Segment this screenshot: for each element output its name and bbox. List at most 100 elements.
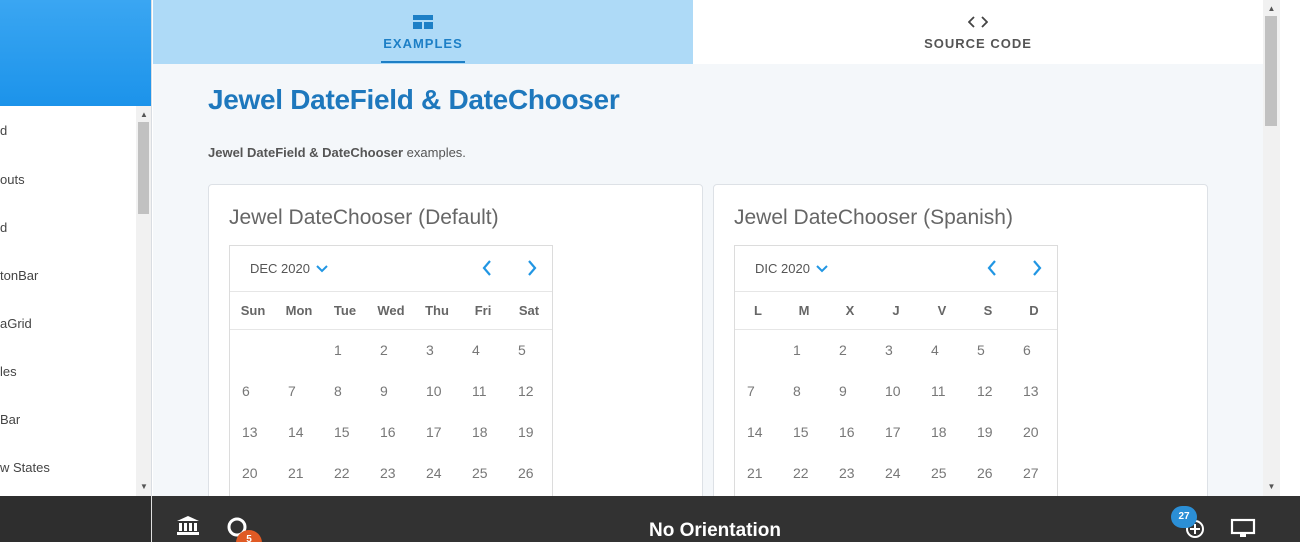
day-cell[interactable]: 11: [460, 371, 506, 412]
day-cell[interactable]: 4: [919, 330, 965, 371]
code-icon: [968, 14, 988, 30]
prev-month-button[interactable]: [980, 256, 1004, 280]
sidebar-item[interactable]: d: [0, 203, 136, 251]
tab-active-indicator: [381, 61, 465, 63]
day-cell[interactable]: 22: [322, 453, 368, 494]
day-cell[interactable]: 12: [965, 371, 1011, 412]
next-month-button[interactable]: [1025, 256, 1049, 280]
sidebar-item[interactable]: d: [0, 106, 136, 155]
date-chooser[interactable]: DIC 2020 L M X J V S D 1 2 3 4 5 6 7 8 9 10 11 12 1: [734, 245, 1058, 496]
day-cell[interactable]: 26: [965, 453, 1011, 494]
sidebar-item[interactable]: w States: [0, 443, 136, 491]
weekday-label: X: [845, 303, 855, 318]
chevron-left-icon: [987, 260, 996, 276]
day-cell[interactable]: 4: [460, 330, 506, 371]
weekday-label: L: [754, 303, 762, 318]
day-cell[interactable]: 12: [506, 371, 552, 412]
weekday-header: L M X J V S D: [735, 292, 1057, 330]
weekday-label: Wed: [377, 303, 405, 318]
day-cell[interactable]: 11: [919, 371, 965, 412]
day-cell[interactable]: 24: [414, 453, 460, 494]
day-cell[interactable]: 9: [368, 371, 414, 412]
sidebar-scrollbar[interactable]: ▲ ▼: [136, 106, 151, 496]
monitor-icon[interactable]: [1230, 518, 1256, 542]
day-cell[interactable]: 10: [873, 371, 919, 412]
day-cell[interactable]: 23: [827, 453, 873, 494]
scroll-down-arrow-icon[interactable]: ▼: [136, 480, 151, 494]
day-cell[interactable]: 1: [781, 330, 827, 371]
card-title: Jewel DateChooser (Spanish): [734, 206, 1013, 229]
day-cell[interactable]: 17: [873, 412, 919, 453]
day-cell[interactable]: 20: [1011, 412, 1057, 453]
month-selector[interactable]: DIC 2020: [755, 261, 828, 276]
day-cell[interactable]: 27: [1011, 453, 1057, 494]
date-chooser[interactable]: DEC 2020 Sun Mon Tue Wed Thu Fri Sat 12: [229, 245, 553, 496]
scroll-up-arrow-icon[interactable]: ▲: [136, 108, 151, 122]
sidebar-item[interactable]: outs: [0, 155, 136, 203]
sidebar-item[interactable]: les: [0, 347, 136, 395]
day-cell[interactable]: 15: [781, 412, 827, 453]
day-cell[interactable]: 14: [276, 412, 322, 453]
tab-source-label: SOURCE CODE: [924, 36, 1032, 51]
main-content: EXAMPLES SOURCE CODE Jewel DateField & D…: [153, 0, 1263, 496]
day-cell[interactable]: 3: [414, 330, 460, 371]
day-cell[interactable]: 7: [276, 371, 322, 412]
day-cell[interactable]: 13: [1011, 371, 1057, 412]
day-cell[interactable]: 26: [506, 453, 552, 494]
day-cell[interactable]: 17: [414, 412, 460, 453]
day-cell[interactable]: 5: [965, 330, 1011, 371]
chevron-down-icon: [316, 264, 328, 272]
day-cell[interactable]: 1: [322, 330, 368, 371]
day-cell[interactable]: 10: [414, 371, 460, 412]
page-scrollbar-thumb[interactable]: [1265, 16, 1277, 126]
day-cell[interactable]: 18: [919, 412, 965, 453]
sidebar-item[interactable]: tonBar: [0, 251, 136, 299]
day-cell[interactable]: 16: [827, 412, 873, 453]
month-selector[interactable]: DEC 2020: [250, 261, 328, 276]
next-month-button[interactable]: [520, 256, 544, 280]
day-cell[interactable]: 15: [322, 412, 368, 453]
weekday-label: S: [983, 303, 993, 318]
scroll-up-arrow-icon[interactable]: ▲: [1263, 2, 1280, 16]
page-scrollbar[interactable]: ▲ ▼: [1263, 0, 1280, 496]
day-cell[interactable]: 19: [506, 412, 552, 453]
day-cell[interactable]: 6: [1011, 330, 1057, 371]
day-cell[interactable]: 14: [735, 412, 781, 453]
sidebar-item-label: aGrid: [0, 315, 32, 331]
day-cell[interactable]: 25: [460, 453, 506, 494]
day-cell[interactable]: 16: [368, 412, 414, 453]
prev-month-button[interactable]: [475, 256, 499, 280]
sidebar-item-label: w States: [0, 459, 50, 475]
day-cell[interactable]: 9: [827, 371, 873, 412]
day-cell[interactable]: 23: [368, 453, 414, 494]
day-cell[interactable]: 24: [873, 453, 919, 494]
sidebar-item[interactable]: aGrid: [0, 299, 136, 347]
sidebar-item[interactable]: Bar: [0, 395, 136, 443]
day-cell[interactable]: 21: [276, 453, 322, 494]
day-cell[interactable]: 3: [873, 330, 919, 371]
window-edge: [1280, 0, 1300, 496]
day-cell[interactable]: 8: [781, 371, 827, 412]
example-card-spanish: Jewel DateChooser (Spanish) DIC 2020 L M…: [713, 184, 1208, 496]
day-cell[interactable]: 25: [919, 453, 965, 494]
tab-examples-label: EXAMPLES: [383, 36, 463, 51]
day-cell[interactable]: 18: [460, 412, 506, 453]
weekday-label: M: [798, 303, 810, 318]
day-cell[interactable]: 7: [735, 371, 781, 412]
tab-source-code[interactable]: SOURCE CODE: [693, 0, 1263, 64]
day-cell[interactable]: 5: [506, 330, 552, 371]
day-cell[interactable]: 2: [827, 330, 873, 371]
sidebar-item-label: d: [0, 123, 8, 138]
day-cell[interactable]: 20: [230, 453, 276, 494]
day-cell[interactable]: 6: [230, 371, 276, 412]
calendar-header: DEC 2020: [230, 246, 552, 292]
day-cell[interactable]: 19: [965, 412, 1011, 453]
day-cell[interactable]: 13: [230, 412, 276, 453]
day-cell[interactable]: 21: [735, 453, 781, 494]
sidebar-scrollbar-thumb[interactable]: [138, 122, 149, 214]
day-cell[interactable]: 2: [368, 330, 414, 371]
day-cell[interactable]: 22: [781, 453, 827, 494]
scroll-down-arrow-icon[interactable]: ▼: [1263, 480, 1280, 494]
day-cell[interactable]: 8: [322, 371, 368, 412]
tab-examples[interactable]: EXAMPLES: [153, 0, 693, 64]
